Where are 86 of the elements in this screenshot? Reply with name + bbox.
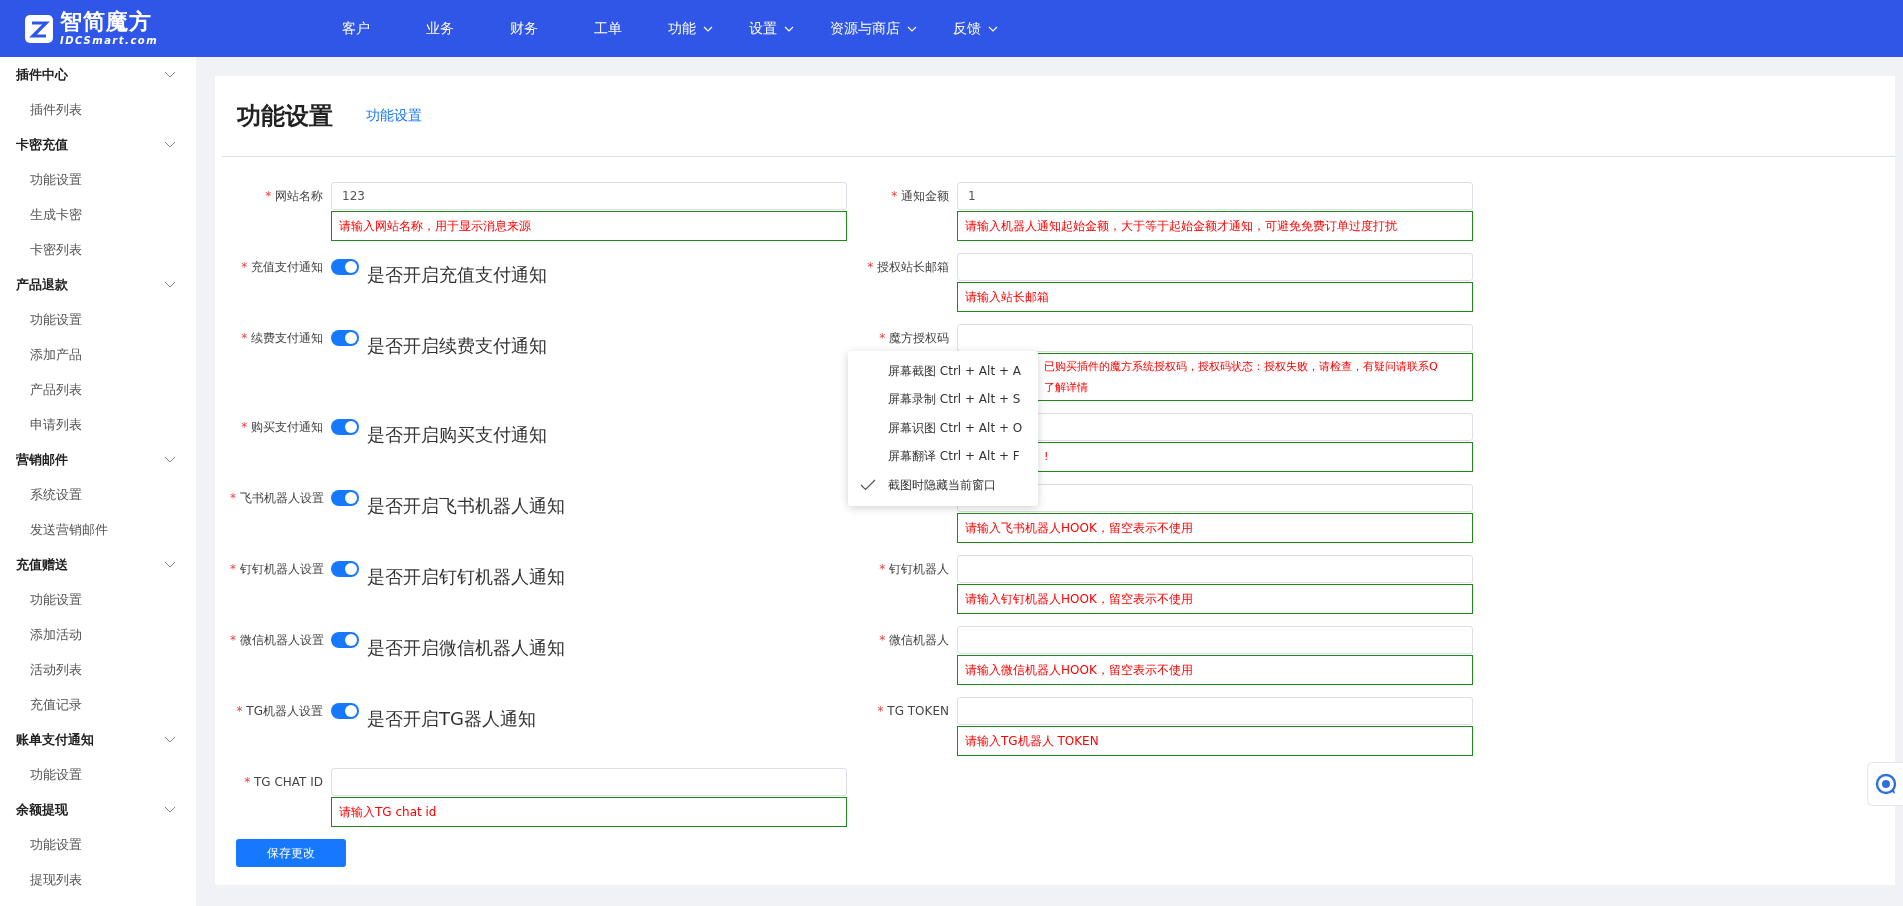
field-label: * 魔方授权码 xyxy=(879,331,950,345)
breadcrumb-link[interactable]: 功能设置 xyxy=(366,107,422,125)
logo-name: 智简魔方 xyxy=(60,11,153,33)
logo-icon xyxy=(24,13,54,44)
toggle-switch[interactable] xyxy=(331,259,359,275)
toggle-description: 是否开启钉钉机器人通知 xyxy=(367,565,565,589)
sidebar-item[interactable]: 卡密列表 xyxy=(0,232,196,267)
toggle-description: 是否开启TG器人通知 xyxy=(367,707,536,731)
nav-item[interactable]: 财务 xyxy=(482,19,566,38)
sidebar-group[interactable]: 产品退款 xyxy=(0,267,196,302)
hint-box: 请输入机器人通知起始金额，大于等于起始金额才通知，可避免免费订单过度打扰 xyxy=(957,211,1473,241)
sidebar-item[interactable]: 功能设置 xyxy=(0,827,196,862)
sidebar-item[interactable]: 添加活动 xyxy=(0,617,196,652)
field-label: * TG CHAT ID xyxy=(244,775,324,789)
field-label: * 充值支付通知 xyxy=(241,260,324,274)
save-button[interactable]: 保存更改 xyxy=(236,839,346,867)
hint-box: 请输入TG chat id xyxy=(331,797,847,827)
sidebar-item[interactable]: 提现列表 xyxy=(0,862,196,897)
toggle-description: 是否开启微信机器人通知 xyxy=(367,636,565,660)
toggle-switch[interactable] xyxy=(331,632,359,648)
nav-item[interactable]: 反馈 xyxy=(935,19,1016,38)
nav-item[interactable]: 功能 xyxy=(650,19,731,38)
field-label: * 购买支付通知 xyxy=(241,420,324,434)
sidebar-item[interactable]: 功能设置 xyxy=(0,582,196,617)
toggle-switch[interactable] xyxy=(331,330,359,346)
sidebar-item[interactable]: 功能设置 xyxy=(0,162,196,197)
toggle-switch[interactable] xyxy=(331,419,359,435)
nav-item[interactable]: 设置 xyxy=(731,19,812,38)
text-input[interactable] xyxy=(957,626,1473,654)
hint-box: 请输入站长邮箱 xyxy=(957,282,1473,312)
toggle-switch[interactable] xyxy=(331,561,359,577)
field-label: * 网站名称 xyxy=(265,189,324,203)
toggle-description: 是否开启购买支付通知 xyxy=(367,423,547,447)
sidebar-item[interactable]: 生成卡密 xyxy=(0,197,196,232)
field-label: * 飞书机器人设置 xyxy=(230,491,325,505)
hint-box: 请输入微信机器人HOOK，留空表示不使用 xyxy=(957,655,1473,685)
text-input[interactable] xyxy=(957,555,1473,583)
toggle-switch[interactable] xyxy=(331,703,359,719)
sidebar-item[interactable]: 活动列表 xyxy=(0,652,196,687)
text-input[interactable]: 123 xyxy=(331,182,847,210)
text-input[interactable] xyxy=(957,697,1473,725)
sidebar-item[interactable]: 申请列表 xyxy=(0,407,196,442)
sidebar-item[interactable]: 充值记录 xyxy=(0,687,196,722)
field-label: * 微信机器人设置 xyxy=(230,633,325,647)
text-input[interactable] xyxy=(331,768,847,796)
hint-box: 请输入网站名称，用于显示消息来源 xyxy=(331,211,847,241)
help-widget-button[interactable] xyxy=(1867,762,1903,806)
field-label: * 续费支付通知 xyxy=(241,331,324,345)
sidebar-item[interactable]: 发送营销邮件 xyxy=(0,512,196,547)
sidebar-item[interactable]: 功能设置 xyxy=(0,757,196,792)
field-label: * 通知金额 xyxy=(891,189,950,203)
toggle-description: 是否开启续费支付通知 xyxy=(367,334,547,358)
text-input[interactable] xyxy=(957,253,1473,281)
sidebar-group[interactable]: 插件中心 xyxy=(0,57,196,92)
sidebar-item[interactable]: 添加产品 xyxy=(0,337,196,372)
sidebar-group[interactable]: 账单支付通知 xyxy=(0,722,196,757)
field-label: * TG机器人设置 xyxy=(236,704,324,718)
logo-domain: IDCSmart.com xyxy=(60,36,159,46)
menu-item[interactable]: 屏幕识图 Ctrl + Alt + O xyxy=(848,414,1038,443)
field-label: * 微信机器人 xyxy=(879,633,950,647)
sidebar-item[interactable]: 系统设置 xyxy=(0,477,196,512)
sidebar-group[interactable]: 卡密充值 xyxy=(0,127,196,162)
page-title: 功能设置 xyxy=(237,101,333,132)
hint-box: 请输入TG机器人 TOKEN xyxy=(957,726,1473,756)
sidebar-group[interactable]: 营销邮件 xyxy=(0,442,196,477)
sidebar-item[interactable]: 插件列表 xyxy=(0,92,196,127)
nav-item[interactable]: 客户 xyxy=(314,19,398,38)
text-input[interactable] xyxy=(957,324,1473,352)
toggle-switch[interactable] xyxy=(331,490,359,506)
nav-item[interactable]: 工单 xyxy=(566,19,650,38)
field-label: * 授权站长邮箱 xyxy=(867,260,950,274)
nav-item[interactable]: 资源与商店 xyxy=(812,19,935,38)
hint-box: 请输入飞书机器人HOOK，留空表示不使用 xyxy=(957,513,1473,543)
field-label: * 钉钉机器人 xyxy=(879,562,950,576)
nav-item[interactable]: 业务 xyxy=(398,19,482,38)
sidebar-group[interactable]: 余额提现 xyxy=(0,792,196,827)
toggle-description: 是否开启飞书机器人通知 xyxy=(367,494,565,518)
text-input[interactable]: 1 xyxy=(957,182,1473,210)
sidebar-group[interactable]: 充值赠送 xyxy=(0,547,196,582)
field-label: * 钉钉机器人设置 xyxy=(230,562,325,576)
field-label: * TG TOKEN xyxy=(877,704,950,718)
toggle-description: 是否开启充值支付通知 xyxy=(367,263,547,287)
menu-item[interactable]: 截图时隐藏当前窗口 xyxy=(848,471,1038,500)
sidebar-item[interactable]: 产品列表 xyxy=(0,372,196,407)
hint-box: 请输入钉钉机器人HOOK，留空表示不使用 xyxy=(957,584,1473,614)
sidebar-item[interactable]: 功能设置 xyxy=(0,302,196,337)
